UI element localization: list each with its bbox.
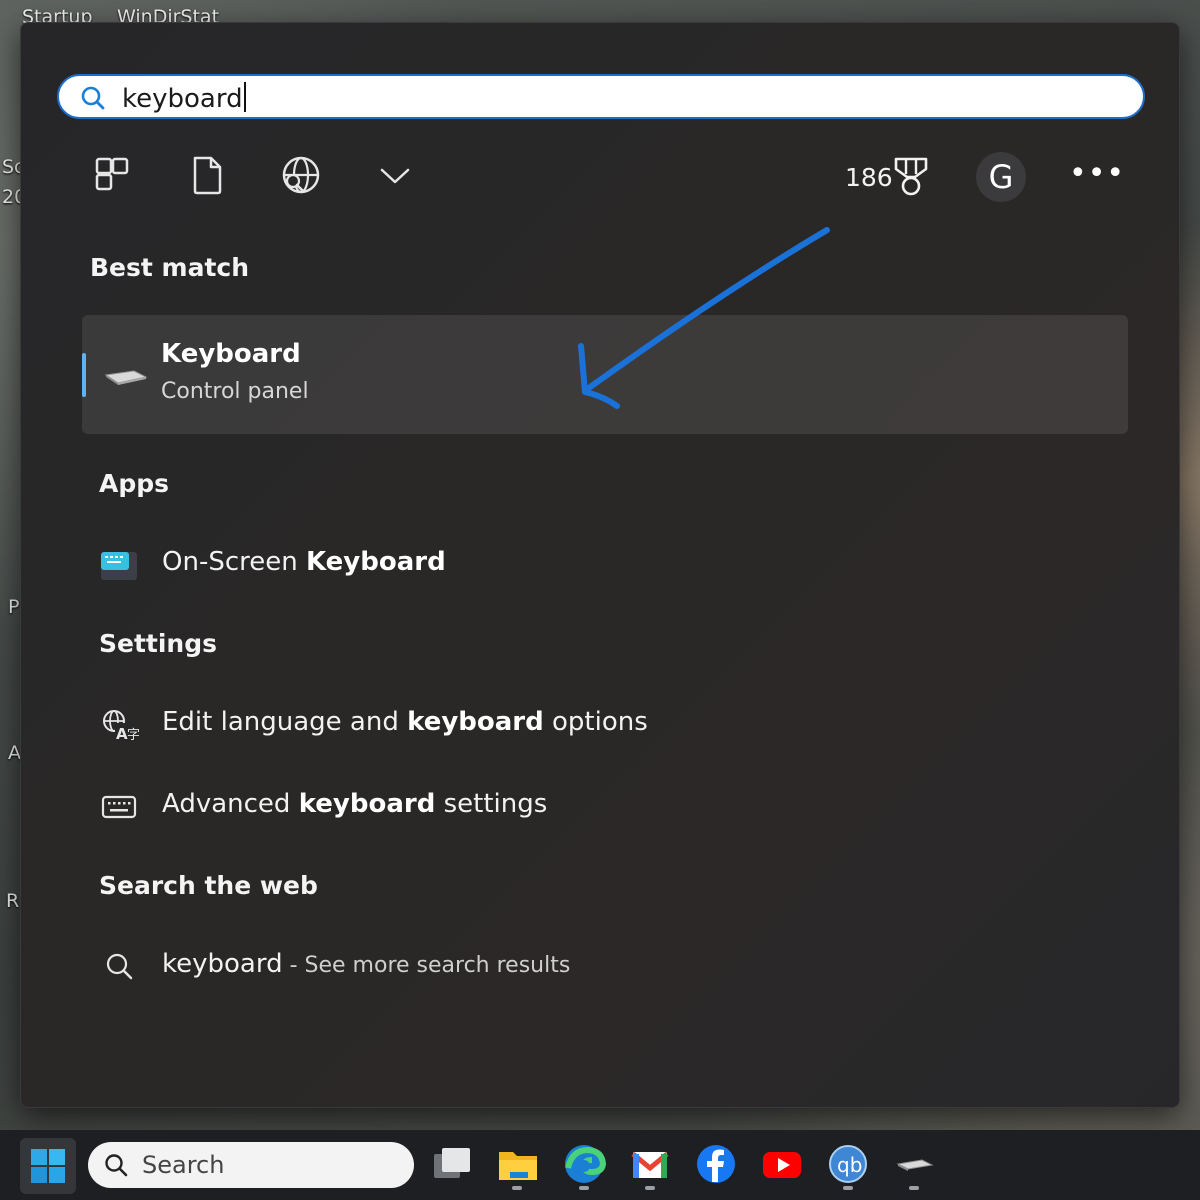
web-hint: - See more search results	[282, 953, 571, 978]
search-query: keyboard	[122, 84, 243, 114]
start-button[interactable]	[20, 1138, 76, 1194]
more-filters-chevron-icon[interactable]	[373, 153, 417, 197]
search-icon	[81, 86, 105, 110]
rewards-points[interactable]: 186	[845, 163, 893, 192]
taskbar: Search qb	[0, 1130, 1200, 1200]
settings-result-edit-language[interactable]: A 字 Edit language and keyboard options	[99, 699, 719, 749]
search-input[interactable]: keyboard	[122, 82, 246, 114]
task-view-icon[interactable]	[430, 1142, 474, 1186]
search-icon	[105, 1154, 128, 1177]
language-icon: A 字	[103, 710, 139, 743]
file-explorer-icon[interactable]	[496, 1142, 540, 1186]
settings-result-advanced-keyboard[interactable]: Advanced keyboard settings	[99, 781, 619, 831]
search-panel: keyboard 186 G ••• Best match Keyboard C…	[20, 22, 1180, 1108]
settings-result-label: Advanced keyboard settings	[162, 789, 547, 819]
edge-icon[interactable]	[562, 1142, 606, 1186]
desktop-label-fragment: R	[6, 890, 20, 912]
label-highlight: keyboard	[407, 707, 544, 737]
qbittorrent-icon[interactable]: qb	[826, 1142, 870, 1186]
web-query: keyboard	[162, 949, 283, 979]
best-match-heading: Best match	[90, 253, 250, 282]
desktop-label-fragment: P	[8, 596, 20, 618]
label-highlight: Keyboard	[305, 547, 446, 577]
windows-logo-icon	[31, 1149, 65, 1183]
label-prefix: On-Screen	[162, 547, 306, 577]
label-highlight: keyboard	[298, 789, 436, 819]
apps-filter-icon[interactable]	[91, 153, 135, 197]
youtube-icon[interactable]	[760, 1142, 804, 1186]
text-caret	[243, 82, 246, 112]
user-avatar[interactable]: G	[976, 152, 1026, 202]
svg-text:qb: qb	[837, 1153, 862, 1177]
taskbar-search-box[interactable]: Search	[88, 1142, 414, 1188]
label-suffix: options	[543, 707, 648, 737]
on-screen-keyboard-icon	[101, 552, 137, 580]
running-indicator	[843, 1186, 853, 1190]
gmail-icon[interactable]	[628, 1142, 672, 1186]
app-result-on-screen-keyboard[interactable]: On-Screen Keyboard	[99, 539, 599, 589]
running-indicator	[909, 1186, 919, 1190]
running-indicator	[579, 1186, 589, 1190]
keyboard-settings-icon	[101, 795, 137, 819]
selection-indicator	[82, 353, 86, 397]
rewards-medal-icon[interactable]	[891, 155, 931, 197]
settings-result-label: Edit language and keyboard options	[162, 707, 648, 737]
taskbar-search-label: Search	[142, 1151, 225, 1179]
label-suffix: settings	[435, 789, 548, 819]
best-match-title: Keyboard	[161, 339, 301, 369]
running-indicator	[645, 1186, 655, 1190]
keyboard-icon	[104, 370, 148, 385]
keyboard-control-panel-icon[interactable]	[892, 1142, 936, 1186]
label-prefix: Advanced	[162, 789, 299, 819]
apps-heading: Apps	[99, 469, 170, 498]
label-prefix: Edit language and	[162, 707, 408, 737]
web-filter-icon[interactable]	[279, 153, 323, 197]
running-indicator	[512, 1186, 522, 1190]
search-box[interactable]: keyboard	[57, 74, 1145, 119]
search-web-heading: Search the web	[99, 871, 318, 900]
settings-heading: Settings	[99, 629, 218, 658]
annotation-arrow	[578, 227, 830, 409]
more-options-button[interactable]: •••	[1069, 159, 1124, 195]
facebook-icon[interactable]	[694, 1142, 738, 1186]
best-match-subtitle: Control panel	[161, 379, 309, 404]
app-result-label: On-Screen Keyboard	[162, 547, 446, 577]
svg-text:字: 字	[127, 728, 139, 743]
documents-filter-icon[interactable]	[185, 153, 229, 197]
web-result-keyboard[interactable]: keyboard - See more search results	[99, 941, 639, 991]
web-result-label: keyboard - See more search results	[162, 949, 570, 979]
web-search-icon	[106, 953, 133, 980]
